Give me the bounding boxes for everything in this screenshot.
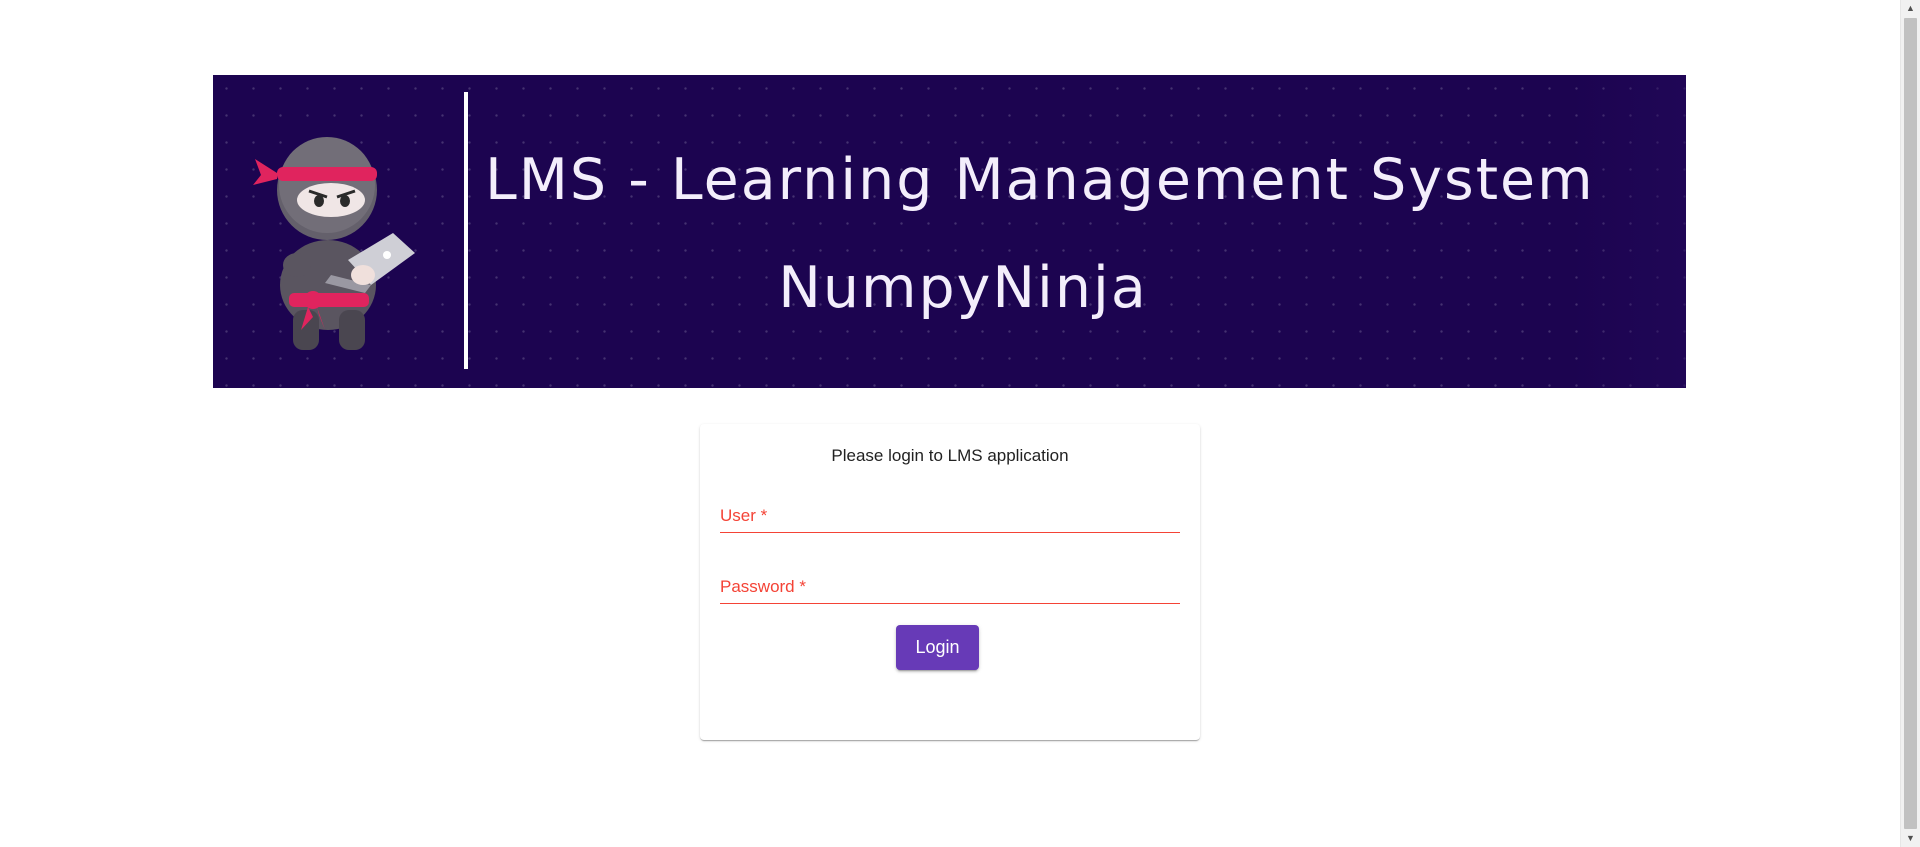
triangle-down-icon[interactable]: ▼	[1901, 830, 1920, 847]
ninja-mascot-icon	[253, 137, 415, 350]
user-field[interactable]: User *	[720, 492, 1180, 533]
user-input[interactable]	[720, 492, 1180, 532]
login-button[interactable]: Login	[896, 625, 979, 670]
triangle-up-icon[interactable]: ▲	[1901, 0, 1920, 17]
vertical-scrollbar[interactable]: ▲ ▼	[1900, 0, 1920, 847]
scrollbar-thumb[interactable]	[1904, 18, 1917, 829]
login-page: LMS - Learning Management System NumpyNi…	[0, 0, 1920, 847]
password-field[interactable]: Password *	[720, 563, 1180, 604]
login-card: Please login to LMS application User * P…	[700, 424, 1200, 740]
password-input[interactable]	[720, 563, 1180, 603]
login-heading: Please login to LMS application	[831, 446, 1069, 465]
banner-divider	[464, 92, 468, 369]
banner-title: LMS - Learning Management System	[485, 147, 1595, 213]
banner-subtitle: NumpyNinja	[778, 255, 1148, 321]
lms-banner: LMS - Learning Management System NumpyNi…	[213, 75, 1686, 388]
